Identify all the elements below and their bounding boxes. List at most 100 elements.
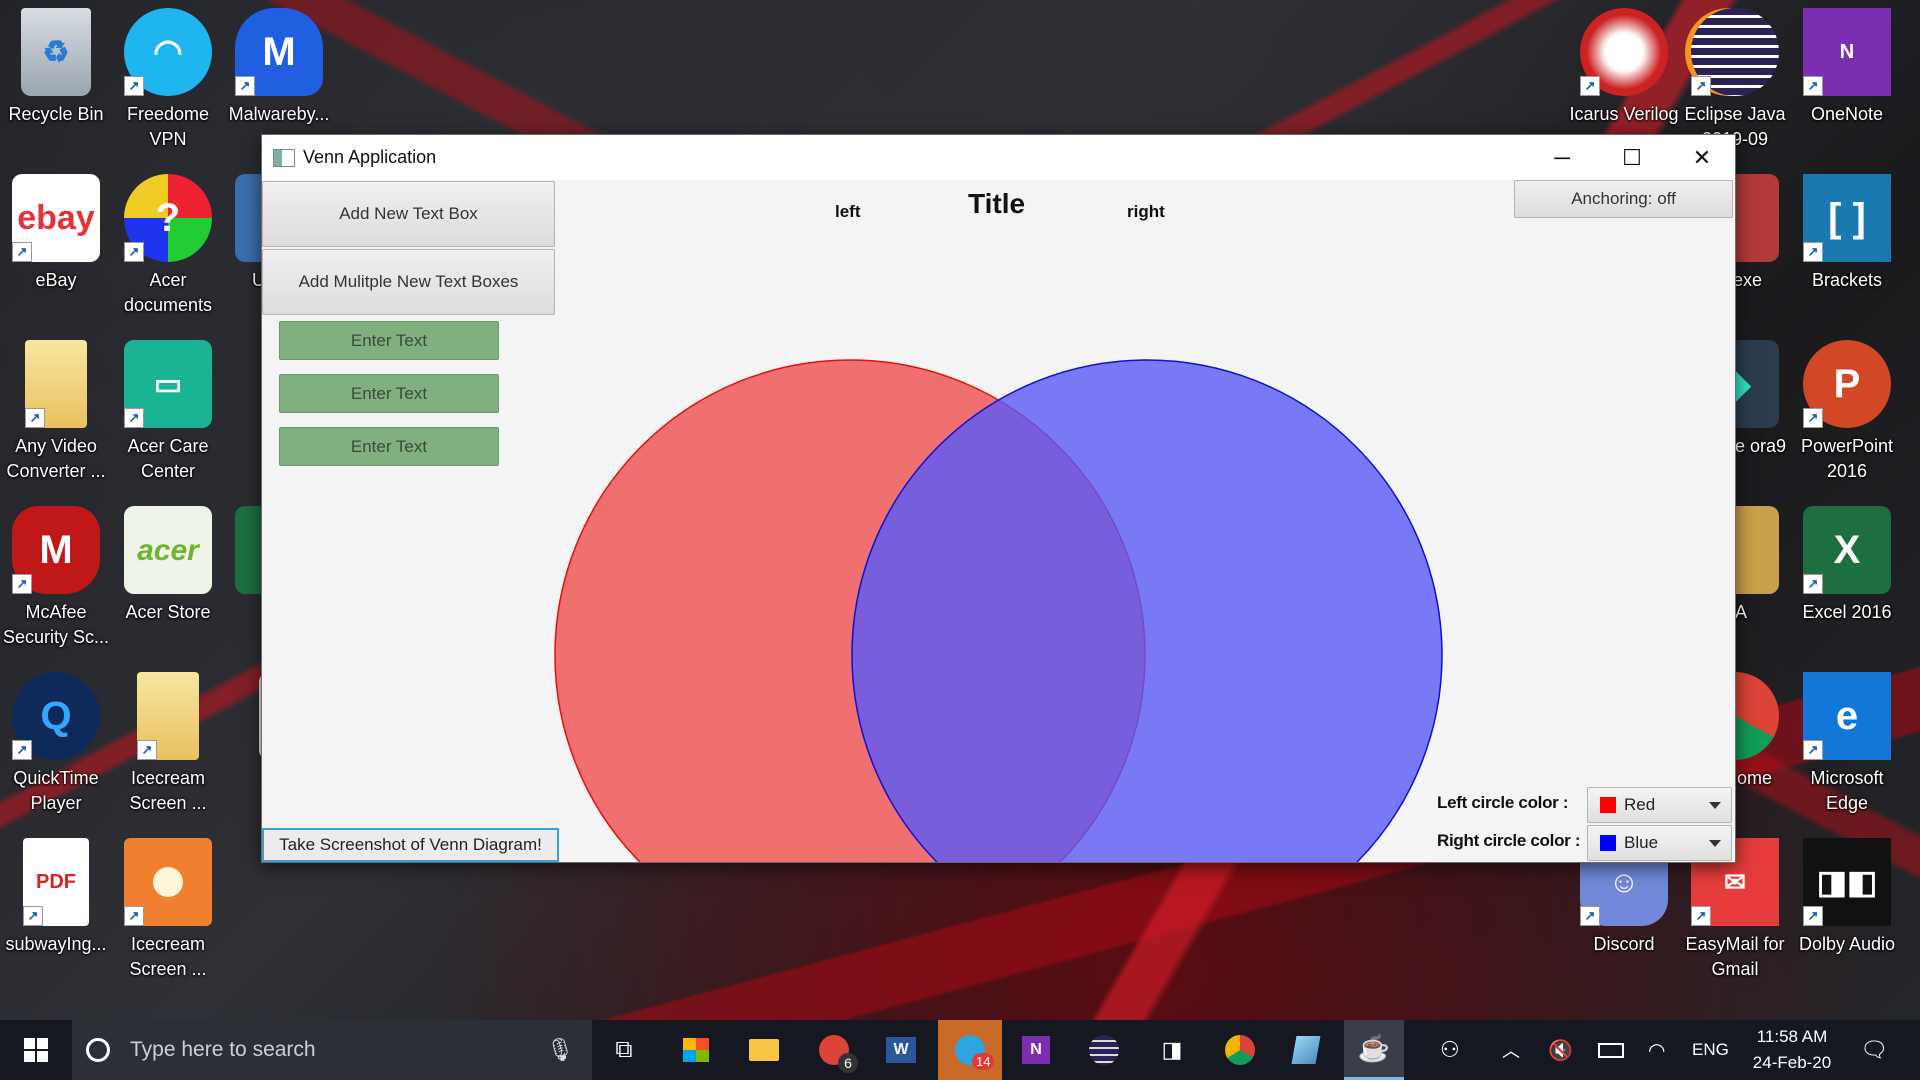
desktop-icon-label: Icarus Verilog [1569,104,1679,124]
desktop-icon-dolby[interactable]: ◨◧ ↗ Dolby Audio [1792,838,1902,957]
add-multiple-text-boxes-button[interactable]: Add Mulitple New Text Boxes [262,249,555,315]
text-box[interactable]: Enter Text [279,321,499,360]
onenote-taskbar-icon[interactable]: N [1008,1020,1064,1080]
venn-application-window: Venn Application ─ ☐ ✕ Title left right … [261,134,1736,863]
desktop-icon-icarus-verilog[interactable]: ↗ Icarus Verilog [1569,8,1679,127]
add-new-text-box-button[interactable]: Add New Text Box [262,181,555,247]
desktop-icon-onenote[interactable]: N ↗ OneNote [1792,8,1902,127]
volume-muted-icon[interactable]: 🔇 [1548,1020,1573,1080]
battery-icon[interactable] [1598,1020,1624,1080]
windows-icon [24,1038,48,1062]
folder-icon: ↗ [137,672,199,760]
diagram-title[interactable]: Title [968,188,1025,220]
excel-icon: X ↗ [1803,506,1891,594]
java-taskbar-icon[interactable]: ☕ [1344,1020,1404,1080]
color-swatch [1600,835,1616,851]
taskbar-search-box[interactable]: Type here to search 🎙 [72,1020,592,1080]
dolby-taskbar-icon[interactable]: ◨ [1144,1020,1200,1080]
notification-badge: 6 [838,1053,858,1073]
notification-badge: 14 [972,1053,995,1070]
left-circle-color-select[interactable]: Red [1587,787,1732,823]
desktop-icon-acer-documents[interactable]: ? ↗ Acer documents [113,174,223,318]
desktop-icon-label: eBay [35,270,77,290]
desktop-icon-label: subwayIng... [5,934,107,954]
freedome-vpn-icon: ◠ ↗ [124,8,212,96]
desktop-icon-label: Discord [1593,934,1655,954]
microphone-icon[interactable]: 🎙 [546,1037,574,1063]
desktop-icon-edge[interactable]: e ↗ Microsoft Edge [1792,672,1902,816]
selected-color: Blue [1624,833,1659,852]
malwarebytes-icon: M ↗ [235,8,323,96]
desktop-icon-powerpoint[interactable]: P ↗ PowerPoint 2016 [1792,340,1902,484]
gmail-notifier-icon[interactable]: 6 [806,1020,862,1080]
eclipse-icon: ↗ [1691,8,1779,96]
anchoring-toggle-button[interactable]: Anchoring: off [1514,180,1733,218]
start-button[interactable] [8,1020,64,1080]
cortana-icon [86,1038,110,1062]
text-box[interactable]: Enter Text [279,374,499,413]
microsoft-store-icon[interactable] [668,1020,724,1080]
desktop-icon-label: Acer Store [125,602,211,622]
wifi-icon[interactable]: ◠ [1648,1020,1665,1080]
desktop-icon-label: Excel 2016 [1802,602,1892,622]
desktop-icon-mcafee[interactable]: M ↗ McAfee Security Sc... [1,506,111,650]
desktop-icon-any-video-converter[interactable]: ↗ Any Video Converter ... [1,340,111,484]
desktop-icon-quicktime[interactable]: Q ↗ QuickTime Player [1,672,111,816]
quicktime-icon: Q ↗ [12,672,100,760]
telegram-icon[interactable]: 14 [938,1020,1002,1080]
file-explorer-icon[interactable] [736,1020,792,1080]
acer-documents-icon: ? ↗ [124,174,212,262]
brackets-icon: [ ] ↗ [1803,174,1891,262]
clock[interactable]: 11:58 AM 24-Feb-20 [1744,1020,1840,1080]
desktop-icon-acer-care-center[interactable]: ▭ ↗ Acer Care Center [113,340,223,484]
acer-care-center-icon: ▭ ↗ [124,340,212,428]
onenote-icon: N ↗ [1803,8,1891,96]
desktop-icon-label: EasyMail for Gmail [1685,934,1785,979]
task-view-button[interactable]: ⧉ [596,1020,652,1080]
eclipse-taskbar-icon[interactable] [1076,1020,1132,1080]
desktop-icon-ebay[interactable]: ebay ↗ eBay [1,174,111,293]
edge-icon: e ↗ [1803,672,1891,760]
desktop-icon-acer-store[interactable]: acer Acer Store [113,506,223,625]
desktop-icon-excel[interactable]: X ↗ Excel 2016 [1792,506,1902,625]
powerpoint-icon: P ↗ [1803,340,1891,428]
search-placeholder: Type here to search [130,1038,316,1061]
left-circle-label[interactable]: left [835,202,861,222]
desktop-icon-brackets[interactable]: [ ] ↗ Brackets [1792,174,1902,293]
desktop-icon-icecream-screen-1[interactable]: ↗ Icecream Screen ... [113,672,223,816]
folder-icon: ↗ [25,340,87,428]
text-box[interactable]: Enter Text [279,427,499,466]
desktop-icon-label: Icecream Screen ... [129,768,207,813]
acer-store-icon: acer [124,506,212,594]
desktop-icon-malwarebytes[interactable]: M ↗ Malwareby... [224,8,334,127]
word-icon[interactable]: W [873,1020,929,1080]
notifications-icon[interactable]: 🗨 [1860,1020,1888,1080]
ebay-icon: ebay ↗ [12,174,100,262]
desktop-icon-label: OneNote [1810,104,1884,124]
selected-color: Red [1624,795,1656,814]
desktop-icon-label: Any Video Converter ... [6,436,106,481]
desktop-icon-label: Recycle Bin [8,104,104,124]
desktop-icon-label: Brackets [1811,270,1883,290]
chevron-up-icon[interactable]: ︿ [1502,1020,1520,1080]
desktop-icon-label: Acer Care Center [127,436,209,481]
desktop-icon-label: Malwareby... [228,104,330,124]
chevron-down-icon [1709,840,1721,847]
color-swatch [1600,797,1616,813]
app-taskbar-icon[interactable] [1278,1020,1334,1080]
take-screenshot-button[interactable]: Take Screenshot of Venn Diagram! [262,828,559,862]
chrome-taskbar-icon[interactable] [1212,1020,1268,1080]
desktop-icon-eclipse[interactable]: ↗ Eclipse Java 2019-09 [1680,8,1790,148]
right-circle-color-label: Right circle color : [1437,831,1581,850]
right-circle-label[interactable]: right [1127,202,1165,222]
desktop-icon-subwaying[interactable]: PDF ↗ subwayIng... [1,838,111,957]
desktop-icon-freedome[interactable]: ◠ ↗ Freedome VPN [113,8,223,152]
people-icon[interactable]: ⚇ [1440,1020,1460,1080]
desktop-icon-icecream-screen-2[interactable]: ↗ Icecream Screen ... [113,838,223,982]
mcafee-icon: M ↗ [12,506,100,594]
right-circle-color-select[interactable]: Blue [1587,825,1732,861]
language-indicator[interactable]: ENG [1692,1020,1729,1080]
desktop-icon-label: Microsoft Edge [1810,768,1884,813]
desktop-icon-recycle-bin[interactable]: ♻ Recycle Bin [1,8,111,127]
pdf-icon: PDF ↗ [23,838,89,926]
